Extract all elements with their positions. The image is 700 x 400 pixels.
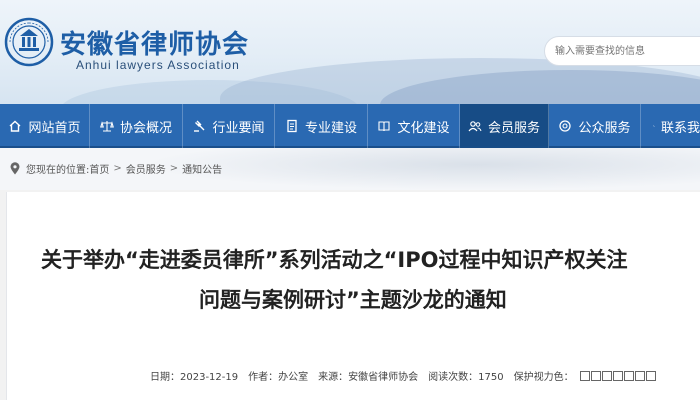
site-title[interactable]: 安徽省律师协会 <box>60 24 249 61</box>
eye-care-color-option[interactable] <box>579 370 590 381</box>
scales-icon <box>100 121 114 132</box>
breadcrumb: 您现在的位置: 首页 > 会员服务 > 通知公告 <box>10 161 222 176</box>
phone-icon <box>653 125 655 127</box>
article-title-line: 问题与案例研讨”主题沙龙的通知 <box>199 288 507 312</box>
nav-label: 行业要闻 <box>212 120 265 136</box>
eye-care-color-option[interactable] <box>612 370 623 381</box>
breadcrumb-separator: > <box>169 163 179 174</box>
article-date: 日期：2023-12-19 <box>150 372 239 383</box>
page: 安徽省律师协会 Anhui lawyers Association 网站首页 协… <box>0 0 700 400</box>
nav-item-home[interactable]: 网站首页 <box>0 104 90 148</box>
nav-label: 专业建设 <box>304 120 357 136</box>
nav-item-member-services[interactable]: 会员服务 <box>460 104 549 148</box>
support-icon <box>559 120 572 132</box>
gavel-icon <box>194 120 205 132</box>
nav-item-culture[interactable]: 文化建设 <box>368 104 460 148</box>
location-pin-icon <box>10 162 20 175</box>
members-icon <box>468 121 482 132</box>
breadcrumb-link-home[interactable]: 首页 <box>89 161 109 176</box>
nav-label: 协会概况 <box>119 120 172 136</box>
breadcrumb-prefix: 您现在的位置: <box>26 165 90 176</box>
nav-label: 文化建设 <box>397 120 450 136</box>
eye-care-label: 保护视力色： <box>513 372 574 383</box>
eye-care-color-option[interactable] <box>645 370 656 381</box>
article-source: 来源：安徽省律师协会 <box>318 372 419 383</box>
article-meta: 日期：2023-12-19 作者：办公室 来源：安徽省律师协会 阅读次数：175… <box>150 368 657 383</box>
article-views: 阅读次数：1750 <box>428 372 504 383</box>
nav-item-contact[interactable]: 联系我 <box>641 104 700 148</box>
nav-label: 公众服务 <box>578 120 631 136</box>
breadcrumb-bar: 您现在的位置: 首页 > 会员服务 > 通知公告 <box>0 148 700 190</box>
nav-item-news[interactable]: 行业要闻 <box>183 104 275 148</box>
article-title-line: 关于举办“走进委员律所”系列活动之“IPO过程中知识产权关注 <box>41 248 628 272</box>
eye-care-color-options <box>579 370 657 381</box>
site-header: 安徽省律师协会 Anhui lawyers Association <box>0 0 700 104</box>
article-panel: 关于举办“走进委员律所”系列活动之“IPO过程中知识产权关注 问题与案例研讨”主… <box>6 192 700 400</box>
nav-item-about[interactable]: 协会概况 <box>90 104 183 148</box>
nav-item-professional[interactable]: 专业建设 <box>275 104 368 148</box>
site-subtitle: Anhui lawyers Association <box>76 58 240 72</box>
eye-care-color-option[interactable] <box>601 370 612 381</box>
eye-care-color-option[interactable] <box>590 370 601 381</box>
main-nav: 网站首页 协会概况 行业要闻 专业建设 文化建设 会员服务 公众服务 联系我 <box>0 104 700 148</box>
breadcrumb-link-member-services[interactable]: 会员服务 <box>126 161 166 176</box>
association-logo[interactable] <box>4 14 54 78</box>
home-icon <box>10 120 21 132</box>
nav-label: 会员服务 <box>487 120 540 136</box>
article-author: 作者：办公室 <box>248 372 309 383</box>
nav-item-public-services[interactable]: 公众服务 <box>549 104 641 148</box>
book-icon <box>378 121 391 132</box>
breadcrumb-separator: > <box>113 163 122 174</box>
article-title: 关于举办“走进委员律所”系列活动之“IPO过程中知识产权关注 问题与案例研讨”主… <box>41 240 700 320</box>
search-input[interactable] <box>544 36 700 66</box>
nav-label: 联系我 <box>660 120 700 136</box>
nav-label: 网站首页 <box>28 120 81 136</box>
document-icon <box>287 119 297 133</box>
eye-care-color-option[interactable] <box>634 370 645 381</box>
breadcrumb-link-notices[interactable]: 通知公告 <box>182 161 222 176</box>
eye-care-color-option[interactable] <box>623 370 634 381</box>
